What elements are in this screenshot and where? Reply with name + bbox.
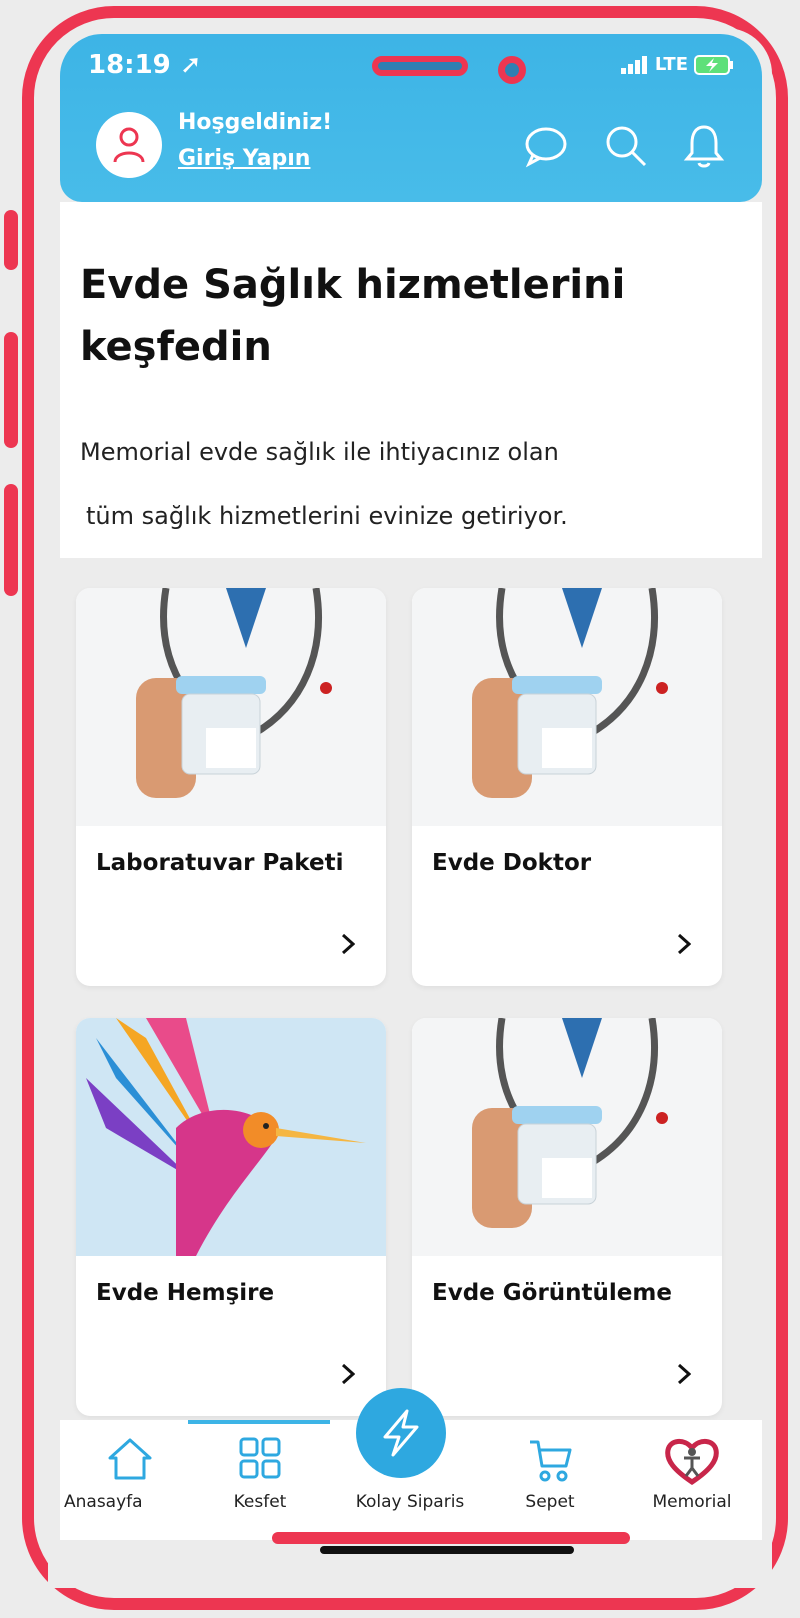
card-evde-doktor[interactable]: Evde Doktor [412,588,722,986]
side-button-3 [4,484,18,596]
notifications-button[interactable] [678,120,730,172]
page-title: Evde Sağlık hizmetlerini keşfedin [80,262,626,370]
status-time: 18:19 ➚ [88,50,202,80]
kolay-siparis-fab[interactable] [356,1388,446,1478]
nav-label: Kesfet [233,1492,287,1512]
intro-description-line1: Memorial evde sağlık ile ihtiyacınız ola… [80,438,559,466]
lightning-icon [383,1409,419,1457]
status-indicators: LTE [620,54,734,75]
card-evde-hemsire[interactable]: Evde Hemşire [76,1018,386,1416]
intro-description: Memorial evde sağlık ile ihtiyacınız ola… [80,420,720,548]
chevron-right-icon [336,932,360,956]
side-button-2 [4,332,18,448]
card-evde-goruntuleme[interactable]: Evde Görüntüleme [412,1018,722,1416]
nav-label: Anasayfa [64,1492,143,1512]
app-header: 18:19 ➚ LTE Hoşgeldiniz! Giriş Yapın [60,34,762,202]
welcome-text: Hoşgeldiniz! [178,110,333,135]
battery-charging-icon [694,54,733,75]
camera-dot [498,56,526,84]
card-title: Evde Görüntüleme [432,1280,672,1306]
home-indicator [272,1532,630,1544]
doctor-sample-image [412,1018,722,1256]
doctor-sample-image [412,588,722,826]
nav-memorial[interactable]: Memorial [622,1420,762,1540]
chat-button[interactable] [520,120,572,172]
side-button-1 [4,210,18,270]
nav-label: Sepet [525,1492,575,1512]
nav-label: Memorial [652,1492,732,1512]
login-link[interactable]: Giriş Yapın [178,146,310,171]
nav-sepet[interactable]: Sepet [480,1420,620,1540]
chevron-right-icon [672,1362,696,1386]
app-screen: 18:19 ➚ LTE Hoşgeldiniz! Giriş Yapın Evd… [48,28,772,1588]
memorial-logo [665,1439,719,1486]
user-icon [113,127,145,163]
chevron-right-icon [336,1362,360,1386]
search-button[interactable] [600,120,652,172]
search-icon [606,126,647,167]
chat-icon [525,127,567,168]
intro-section: Evde Sağlık hizmetlerini keşfedin Memori… [60,202,762,558]
user-avatar-button[interactable] [96,112,162,178]
card-title: Laboratuvar Paketi [96,850,344,876]
grid-icon [239,1437,281,1479]
home-indicator-bar [320,1546,574,1554]
bell-icon [683,125,725,168]
cart-icon [530,1440,572,1482]
nav-kesfet[interactable]: Kesfet [190,1420,330,1540]
nav-anasayfa[interactable]: Anasayfa [60,1420,200,1540]
card-title: Evde Doktor [432,850,592,876]
card-title: Evde Hemşire [96,1280,275,1306]
home-icon [108,1438,152,1480]
location-arrow-icon: ➚ [179,50,202,80]
nav-label: Kolay Siparis [355,1492,465,1512]
network-type: LTE [654,54,688,75]
signal-icon [620,55,647,74]
intro-description-line2: tüm sağlık hizmetlerini evinize getiriyo… [86,502,568,530]
status-bar: 18:19 ➚ LTE [60,34,762,94]
notch-pill [372,56,468,76]
chevron-right-icon [672,932,696,956]
card-laboratuvar-paketi[interactable]: Laboratuvar Paketi [76,588,386,986]
doctor-sample-image [76,588,386,826]
hummingbird-image [76,1018,386,1256]
